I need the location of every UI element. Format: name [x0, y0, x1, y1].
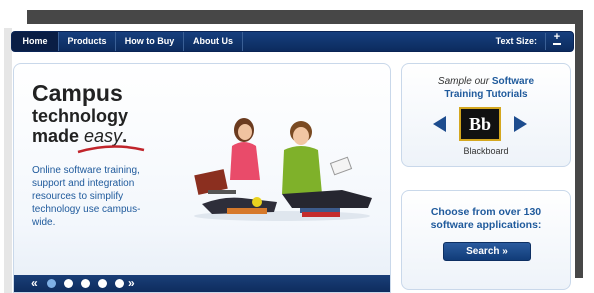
blackboard-caption[interactable]: Blackboard — [402, 146, 570, 156]
tutorial-prev-arrow-icon[interactable] — [433, 116, 446, 132]
applications-card: Choose from over 130 software applicatio… — [401, 190, 571, 290]
hero-banner: Campus technology made easy. Online soft… — [13, 63, 391, 293]
slider-next-button[interactable]: » — [128, 275, 135, 292]
slider-dot-1[interactable] — [47, 279, 56, 288]
students-with-laptop-image — [194, 118, 372, 221]
left-shade — [4, 28, 12, 293]
hero-title-line2: technology — [32, 106, 129, 126]
tutorial-next-arrow-icon[interactable] — [514, 116, 527, 132]
blackboard-logo[interactable]: Bb — [459, 107, 501, 141]
slider-controls: « » — [14, 275, 390, 292]
slider-dot-2[interactable] — [64, 279, 73, 288]
tutorials-card: Sample our Software Training Tutorials B… — [401, 63, 571, 167]
slider-dot-3[interactable] — [81, 279, 90, 288]
hero-title-made: made — [32, 126, 85, 146]
nav-products[interactable]: Products — [59, 32, 116, 51]
plus-icon[interactable]: + — [554, 31, 560, 43]
applications-heading-line2: software applications: — [430, 219, 542, 231]
tutorials-sample-text: Sample our — [437, 76, 492, 87]
applications-heading-line1: Choose from over 130 — [430, 206, 542, 218]
main-nav: Home Products How to Buy About Us Text S… — [11, 31, 574, 52]
text-size-toggle[interactable]: + — [545, 31, 568, 50]
slider-dot-4[interactable] — [98, 279, 107, 288]
hero-description: Online software training, support and in… — [32, 165, 141, 228]
applications-heading: Choose from over 130 software applicatio… — [402, 206, 570, 232]
tutorials-heading-line2: Training Tutorials — [444, 89, 528, 100]
slider-prev-button[interactable]: « — [31, 275, 38, 292]
nav-home[interactable]: Home — [12, 32, 59, 51]
text-size-label: Text Size: — [495, 36, 537, 46]
hero-title-line1: Campus — [32, 80, 123, 106]
nav-about-us[interactable]: About Us — [184, 32, 243, 51]
top-dark-bar — [27, 10, 583, 24]
swoosh-underline-icon — [77, 145, 145, 154]
nav-how-to-buy[interactable]: How to Buy — [116, 32, 184, 51]
slider-dot-5[interactable] — [115, 279, 124, 288]
minus-icon[interactable] — [553, 43, 561, 45]
tutorials-software-text: Software — [491, 76, 535, 87]
tutorials-heading-line1: Sample our Software — [402, 76, 570, 87]
hero-title-period: . — [122, 126, 128, 146]
right-dark-bar — [575, 10, 583, 278]
hero-title-easy: easy — [84, 126, 123, 146]
search-button[interactable]: Search » — [443, 242, 531, 261]
